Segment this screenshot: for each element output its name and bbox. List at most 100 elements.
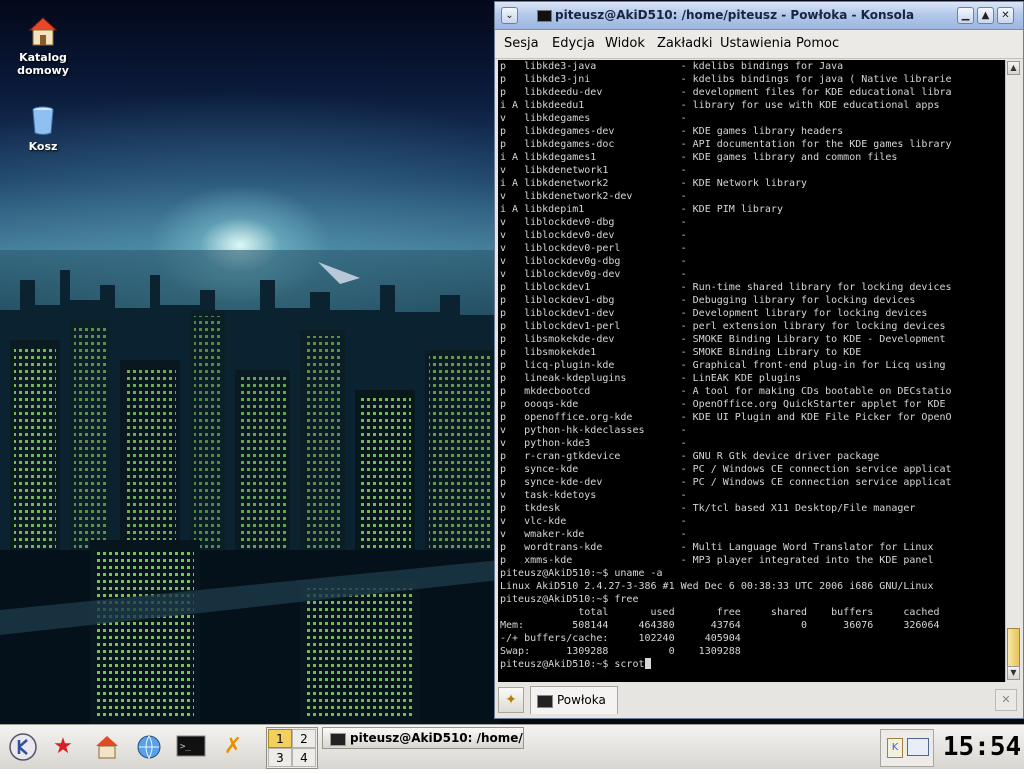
terminal-line: p liblockdev1-dev - Development library … — [500, 308, 928, 319]
kicker-panel: ★ >_ ✗ 1 2 3 4 piteusz@AkiD510: /home/pi… — [0, 724, 1024, 769]
terminal-line: v task-kdetoys - — [500, 490, 687, 501]
desktop-icon-trash[interactable]: Kosz — [3, 103, 83, 153]
star-app-icon: ★ — [53, 734, 73, 759]
terminal-line: p liblockdev1-perl - perl extension libr… — [500, 321, 946, 332]
menu-sesja[interactable]: Sesja — [504, 36, 539, 51]
close-session-icon: ✕ — [1001, 693, 1011, 706]
terminal-line: p wordtrans-kde - Multi Language Word Tr… — [500, 542, 934, 553]
minimize-button[interactable]: ▁ — [957, 7, 974, 24]
menu-widok[interactable]: Widok — [605, 36, 645, 51]
menu-edycja[interactable]: Edycja — [552, 36, 595, 51]
terminal-line: v python-kde3 - — [500, 438, 687, 449]
terminal-line: p libkdegames-dev - KDE games library he… — [500, 126, 844, 137]
terminal-line: i A libkdenetwork2 - KDE Network library — [500, 178, 808, 189]
globe-icon — [137, 735, 161, 760]
terminal-line: i A libkdepim1 - KDE PIM library — [500, 204, 783, 215]
terminal-view[interactable]: p libkde3-java - kdelibs bindings for Ja… — [498, 60, 1005, 682]
terminal-line: p synce-kde-dev - PC / Windows CE connec… — [500, 477, 952, 488]
menubar: Sesja Edycja Widok Zakładki Ustawienia P… — [495, 30, 1023, 59]
terminal-line: v libkdenetwork2-dev - — [500, 191, 687, 202]
scroll-down-arrow-icon[interactable]: ▼ — [1007, 666, 1020, 680]
launcher-x-app[interactable]: ✗ — [216, 729, 250, 765]
session-tabbar: ✦ Powłoka ✕ — [495, 684, 1023, 718]
terminal-line: p lineak-kdeplugins - LinEAK KDE plugins — [500, 373, 802, 384]
system-tray: K — [880, 729, 934, 767]
tab-label: Powłoka — [557, 693, 606, 707]
clock[interactable]: 15:54 — [942, 727, 1022, 767]
chevron-down-icon: ⌄ — [505, 10, 514, 21]
new-session-icon: ✦ — [505, 692, 517, 708]
terminal-line: piteusz@AkiD510:~$ uname -a — [500, 568, 663, 579]
terminal-line: Swap: 1309288 0 1309288 — [500, 646, 741, 657]
trash-icon — [26, 103, 60, 137]
terminal-task-icon — [330, 733, 346, 746]
launcher-home[interactable] — [90, 729, 124, 765]
window-title: piteusz@AkiD510: /home/piteusz - Powłoka… — [555, 8, 915, 22]
launcher-browser[interactable] — [132, 729, 166, 765]
kde-logo-icon — [9, 733, 37, 761]
home-icon — [96, 736, 118, 759]
menu-pomoc[interactable]: Pomoc — [796, 36, 839, 51]
menu-zakladki[interactable]: Zakładki — [657, 36, 712, 51]
terminal-line: i A libkdegames1 - KDE games library and… — [500, 152, 898, 163]
desktop-icon-home-label-1: Katalog — [19, 51, 67, 64]
terminal-line: p libkdegames-doc - API documentation fo… — [500, 139, 952, 150]
terminal-line: p mkdecbootcd - A tool for making CDs bo… — [500, 386, 952, 397]
terminal-tab-icon — [537, 695, 553, 708]
klipper-icon[interactable]: K — [887, 738, 903, 758]
terminal-line: p liblockdev1 - Run-time shared library … — [500, 282, 952, 293]
scroll-up-arrow-icon[interactable]: ▲ — [1007, 61, 1020, 75]
terminal-line: p liblockdev1-dbg - Debugging library fo… — [500, 295, 916, 306]
close-icon: ✕ — [1001, 10, 1010, 21]
terminal-line: p libkde3-java - kdelibs bindings for Ja… — [500, 61, 844, 72]
terminal-line: v libkdenetwork1 - — [500, 165, 687, 176]
terminal-line: p synce-kde - PC / Windows CE connection… — [500, 464, 952, 475]
pager-desktop-4[interactable]: 4 — [292, 748, 316, 767]
terminal-line: v python-hk-kdeclasses - — [500, 425, 687, 436]
launcher-app-1[interactable]: ★ — [46, 729, 80, 765]
terminal-line: p libkde3-jni - kdelibs bindings for jav… — [500, 74, 952, 85]
new-session-button[interactable]: ✦ — [498, 687, 524, 713]
terminal-prompt-text: piteusz@AkiD510:~$ scrot — [500, 659, 645, 670]
terminal-line: piteusz@AkiD510:~$ free — [500, 594, 639, 605]
terminal-line: p r-cran-gtkdevice - GNU R Gtk device dr… — [500, 451, 880, 462]
terminal-line: total used free shared buffers cached — [500, 607, 940, 618]
terminal-line: -/+ buffers/cache: 102240 405904 — [500, 633, 741, 644]
desktop-icon-home-label-2: domowy — [17, 64, 69, 77]
window-menu-button[interactable]: ⌄ — [501, 7, 518, 24]
terminal-line: v liblockdev0g-dbg - — [500, 256, 687, 267]
terminal-scrollbar[interactable]: ▲ ▼ — [1005, 60, 1021, 682]
desktop-icon-home[interactable]: Katalog domowy — [3, 14, 83, 77]
desktop-pager: 1 2 3 4 — [266, 727, 318, 769]
pager-desktop-2[interactable]: 2 — [292, 729, 316, 748]
tab-powloka[interactable]: Powłoka — [530, 686, 618, 714]
scrollbar-thumb[interactable] — [1007, 628, 1020, 668]
terminal-cursor — [644, 658, 651, 669]
maximize-button[interactable]: ▲ — [977, 7, 994, 24]
terminal-line: Linux AkiD510 2.4.27-3-386 #1 Wed Dec 6 … — [500, 581, 934, 592]
kmenu-button[interactable] — [6, 729, 40, 765]
terminal-line: p openoffice.org-kde - KDE UI Plugin and… — [500, 412, 952, 423]
terminal-line: v vlc-kde - — [500, 516, 687, 527]
pager-desktop-3[interactable]: 3 — [268, 748, 292, 767]
menu-ustawienia[interactable]: Ustawienia — [720, 36, 791, 51]
taskbar-konsole-button[interactable]: piteusz@AkiD510: /home/pi — [322, 727, 524, 749]
desktop-icon-trash-label: Kosz — [28, 140, 58, 153]
terminal-line: v libkdegames - — [500, 113, 687, 124]
pager-desktop-1[interactable]: 1 — [268, 729, 292, 748]
close-session-button[interactable]: ✕ — [995, 689, 1017, 711]
maximize-icon: ▲ — [981, 10, 990, 21]
terminal-line: v liblockdev0-dev - — [500, 230, 687, 241]
launcher-terminal[interactable]: >_ — [174, 729, 208, 765]
terminal-line: p xmms-kde - MP3 player integrated into … — [500, 555, 934, 566]
terminal-line: p oooqs-kde - OpenOffice.org QuickStarte… — [500, 399, 946, 410]
terminal-line: Mem: 508144 464380 43764 0 36076 326064 — [500, 620, 940, 631]
konsole-app-icon — [537, 10, 552, 22]
close-button[interactable]: ✕ — [997, 7, 1014, 24]
taskbar-konsole-label: piteusz@AkiD510: /home/pi — [350, 731, 524, 745]
konsole-window: ⌄ piteusz@AkiD510: /home/piteusz - Powło… — [494, 1, 1024, 719]
window-titlebar[interactable]: ⌄ piteusz@AkiD510: /home/piteusz - Powło… — [495, 2, 1023, 30]
terminal-line: p libkdeedu-dev - development files for … — [500, 87, 952, 98]
svg-text:>_: >_ — [180, 742, 191, 752]
display-tray-icon[interactable] — [907, 738, 929, 756]
